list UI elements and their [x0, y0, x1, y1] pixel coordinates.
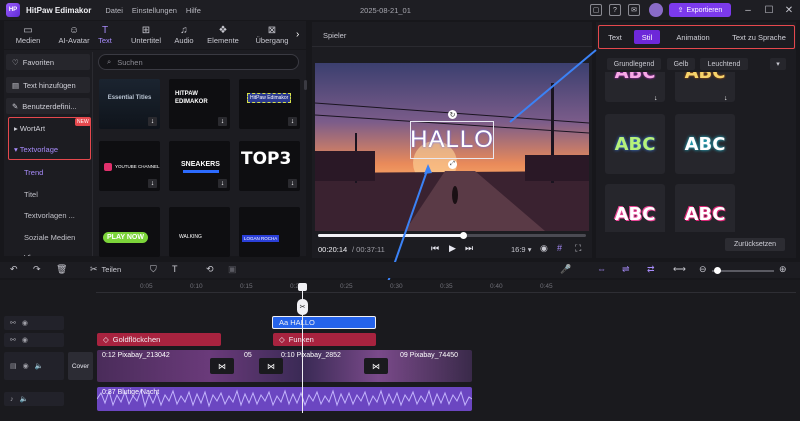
audio-clip-label: 0:37 Blutige Nacht [102, 389, 160, 396]
crop-icon: ▣ [228, 264, 237, 274]
effect-clip[interactable]: ◇ Goldflöckchen [97, 333, 221, 346]
fit-icon[interactable]: ⟷ [673, 264, 686, 275]
zoom-knob[interactable] [714, 267, 721, 274]
zoom-slider[interactable] [712, 270, 774, 272]
cover-button[interactable]: Cover [68, 352, 93, 380]
zoom-out-icon[interactable]: ⊖ [699, 264, 707, 275]
ruler-label: 0:05 [140, 283, 153, 290]
track-header-audio: ♪ 🔈 [4, 392, 64, 406]
split-label: Teilen [101, 265, 122, 274]
magnet-icon[interactable]: ⇌ [622, 264, 630, 275]
freeze-icon[interactable]: ⟲ [206, 264, 214, 275]
playhead-handle[interactable] [298, 283, 307, 291]
clip-label: Goldflöckchen [112, 335, 161, 344]
redo-icon[interactable]: ↷ [33, 264, 41, 275]
track-header-text: ⚯ ◉ [4, 316, 64, 330]
text-tool-icon[interactable]: T [172, 264, 178, 274]
snap-icon[interactable]: ⇄ [647, 264, 655, 275]
ruler-label: 0:35 [440, 283, 453, 290]
video-clip-label: 0:10 Pixabay_2852 [281, 352, 341, 359]
scissors-icon: ✂ [90, 264, 98, 274]
mask-icon[interactable]: ⛉ [150, 264, 157, 275]
ruler-label: 0:15 [240, 283, 253, 290]
transition-icon[interactable]: ⋈ [210, 358, 234, 374]
link-icon[interactable]: ⚯ [10, 319, 16, 327]
video-track-icon: ▤ [10, 363, 17, 370]
editor-window: HP HitPaw Edimakor Datei Einstellungen H… [0, 0, 800, 421]
eye-icon[interactable]: ◉ [22, 319, 28, 327]
eye-icon[interactable]: ◉ [22, 336, 28, 344]
delete-icon[interactable]: 🗑 [56, 264, 67, 275]
zoom-in-icon[interactable]: ⊕ [779, 264, 787, 275]
scissors-icon[interactable]: ✂ [297, 299, 308, 315]
arrowhead [424, 164, 432, 174]
track-header-effect: ⚯ ◉ [4, 333, 64, 347]
transition-icon[interactable]: ⋈ [259, 358, 283, 374]
link-icon[interactable]: ⚯ [10, 336, 16, 344]
effect-icon: ◇ [103, 335, 109, 344]
effect-icon: ◇ [279, 335, 285, 344]
annotation-arrow [509, 49, 597, 123]
eye-icon[interactable]: ◉ [23, 362, 29, 370]
video-clip-label: 05 [244, 352, 252, 359]
ruler-label: 0:40 [490, 283, 503, 290]
ruler-label: 0:10 [190, 283, 203, 290]
microphone-icon[interactable]: 🎤 [560, 264, 571, 275]
ruler-line [96, 292, 796, 293]
text-clip[interactable]: Aa HALLO [272, 316, 376, 329]
music-note-icon: ♪ [10, 395, 14, 403]
ruler-label: 0:30 [390, 283, 403, 290]
video-clip-label: 09 Pixabay_74450 [400, 352, 458, 359]
transition-icon[interactable]: ⋈ [364, 358, 388, 374]
track-header-video: ▤ ◉ 🔈 [4, 352, 64, 380]
ruler-label: 0:45 [540, 283, 553, 290]
ruler-label: 0:25 [340, 283, 353, 290]
video-clip-label: 0:12 Pixabay_213042 [102, 352, 170, 359]
undo-icon[interactable]: ↶ [10, 264, 18, 275]
mute-icon[interactable]: 🔈 [35, 362, 44, 370]
link-icon[interactable]: ⇔ [597, 264, 606, 274]
mute-icon[interactable]: 🔈 [20, 395, 29, 403]
effect-clip[interactable]: ◇Funken [273, 333, 376, 346]
split-button[interactable]: ✂ Teilen [90, 264, 121, 275]
